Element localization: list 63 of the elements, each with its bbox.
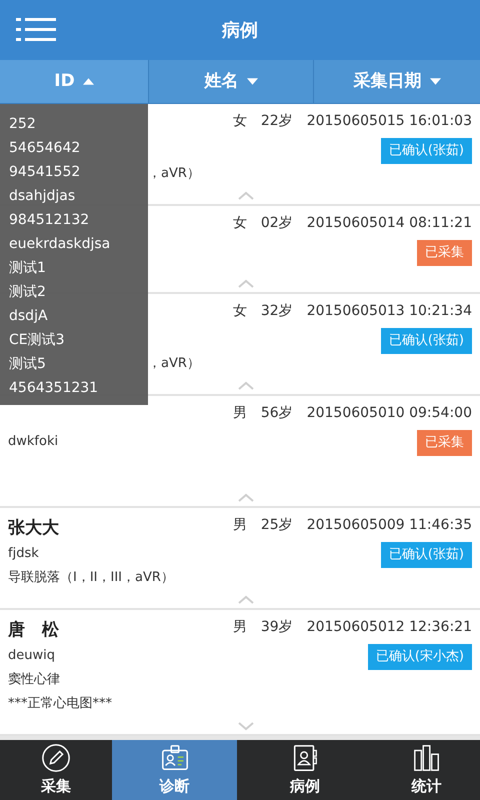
dropdown-item[interactable]: 252 bbox=[0, 112, 148, 136]
patient-gender: 男 bbox=[232, 516, 247, 535]
record-text: fjdsk bbox=[8, 545, 40, 563]
collapse-icon[interactable] bbox=[238, 191, 254, 201]
dropdown-item[interactable]: 94541552 bbox=[0, 160, 148, 184]
dropdown-item[interactable]: 4564351231 bbox=[0, 376, 148, 400]
dropdown-item[interactable]: 测试5 bbox=[0, 352, 148, 376]
nav-tab[interactable]: 采集 bbox=[0, 740, 112, 800]
nav-tab[interactable]: 诊断 bbox=[112, 740, 237, 800]
menu-icon[interactable] bbox=[16, 18, 56, 42]
patient-gender: 男 bbox=[232, 404, 247, 423]
record-text: 导联脱落（I，II，III，aVR） bbox=[8, 569, 174, 587]
record-text: ***正常心电图*** bbox=[8, 695, 112, 713]
record-text: dwkfoki bbox=[8, 433, 58, 451]
patient-gender: 女 bbox=[232, 302, 247, 321]
dropdown-item[interactable]: 测试2 bbox=[0, 280, 148, 304]
status-badge: 已确认(张茹) bbox=[380, 138, 472, 164]
patient-age: 02岁 bbox=[260, 214, 293, 233]
patient-age: 32岁 bbox=[260, 302, 293, 321]
nav-tab[interactable]: 病例 bbox=[237, 740, 373, 800]
dropdown-item[interactable]: 984512132 bbox=[0, 208, 148, 232]
patient-name: 张大大 bbox=[8, 517, 60, 540]
patient-age: 56岁 bbox=[260, 404, 293, 423]
record-datetime: 20150605014 08:11:21 bbox=[306, 214, 472, 233]
patient-age: 25岁 bbox=[260, 516, 293, 535]
record-datetime: 20150605010 09:54:00 bbox=[306, 404, 472, 423]
patient-age: 39岁 bbox=[260, 618, 293, 637]
nav-tab[interactable]: 统计 bbox=[373, 740, 480, 800]
record-datetime: 20150605009 11:46:35 bbox=[306, 516, 472, 535]
patient-age: 22岁 bbox=[260, 112, 293, 131]
record-text: ，aVR） bbox=[148, 165, 200, 183]
status-badge: 已采集 bbox=[417, 430, 472, 456]
expand-icon[interactable] bbox=[238, 721, 254, 731]
status-badge: 已确认(张茹) bbox=[380, 328, 472, 354]
screen-title: 病例 bbox=[222, 18, 258, 42]
collapse-icon[interactable] bbox=[238, 595, 254, 605]
record-text: 窦性心律 bbox=[8, 671, 61, 689]
dropdown-item[interactable]: 测试1 bbox=[0, 256, 148, 280]
pencil-icon bbox=[41, 742, 71, 773]
record-datetime: 20150605013 10:21:34 bbox=[306, 302, 472, 321]
patient-gender: 女 bbox=[232, 112, 247, 131]
dropdown-item[interactable]: dsahjdjas bbox=[0, 184, 148, 208]
collapse-icon[interactable] bbox=[238, 493, 254, 503]
record-datetime: 20150605012 12:36:21 bbox=[306, 618, 472, 637]
record-text: ，aVR） bbox=[148, 355, 200, 373]
patient-name: 唐 松 bbox=[8, 619, 60, 642]
record-text: deuwiq bbox=[8, 647, 56, 665]
dropdown-item[interactable]: 54654642 bbox=[0, 136, 148, 160]
record-datetime: 20150605015 16:01:03 bbox=[306, 112, 472, 131]
patient-gender: 女 bbox=[232, 214, 247, 233]
collapse-icon[interactable] bbox=[238, 279, 254, 289]
sort-tab[interactable]: 采集日期 bbox=[313, 60, 480, 103]
sort-tab[interactable]: 姓名 bbox=[148, 60, 313, 103]
status-badge: 已确认(张茹) bbox=[380, 542, 472, 568]
dropdown-item[interactable]: euekrdaskdjsa bbox=[0, 232, 148, 256]
dropdown-item[interactable]: CE测试3 bbox=[0, 328, 148, 352]
id-badge-icon bbox=[160, 742, 190, 773]
collapse-icon[interactable] bbox=[238, 381, 254, 391]
status-badge: 已确认(宋小杰) bbox=[368, 644, 472, 670]
status-badge: 已采集 bbox=[417, 240, 472, 266]
dropdown-item[interactable]: dsdjA bbox=[0, 304, 148, 328]
books-icon bbox=[412, 742, 442, 773]
patient-gender: 男 bbox=[232, 618, 247, 637]
